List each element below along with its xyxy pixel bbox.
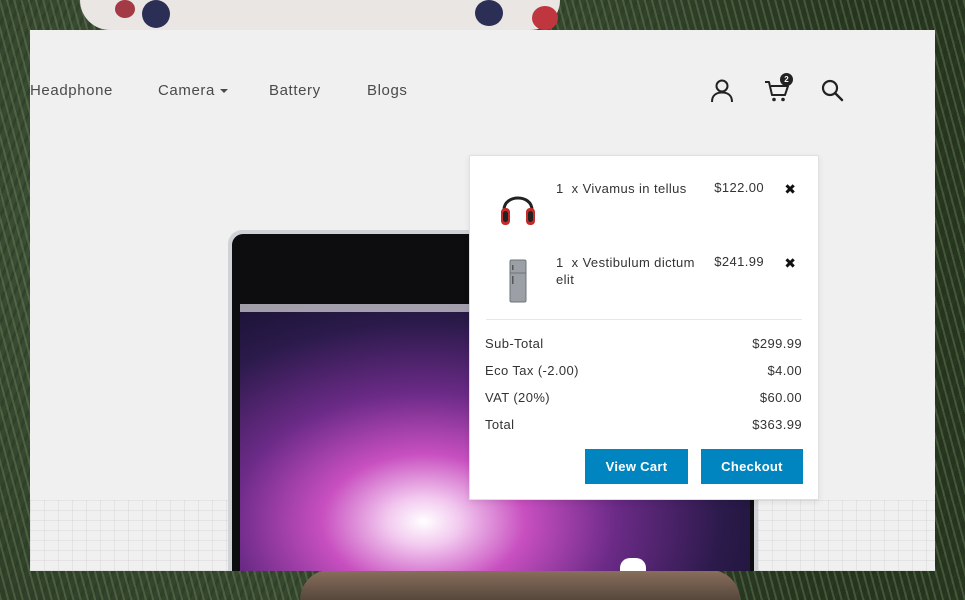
cart-icon[interactable]: 2 — [763, 73, 793, 104]
totals-row-vat: VAT (20%) $60.00 — [485, 390, 802, 408]
totals-label: Eco Tax (-2.00) — [485, 363, 579, 378]
photo-dot — [115, 0, 135, 18]
remove-item-icon[interactable]: ✖ — [784, 181, 796, 198]
remove-item-icon[interactable]: ✖ — [784, 255, 796, 272]
menu-item-battery[interactable]: Battery — [269, 82, 321, 99]
caret-down-icon — [219, 89, 228, 94]
cart-item-name[interactable]: 1 x Vivamus in tellus — [556, 180, 696, 197]
photo-dot — [532, 6, 558, 30]
background-photo-top — [80, 0, 560, 30]
cart-item-price: $122.00 — [714, 180, 764, 195]
background-photo-bottom — [300, 570, 740, 600]
menu-item-blogs[interactable]: Blogs — [367, 82, 408, 99]
cart-divider — [486, 319, 802, 320]
cart-item-name[interactable]: 1 x Vestibulum dictum elit — [556, 254, 696, 288]
menu-item-label: Camera — [158, 82, 215, 99]
cart-dropdown: 1 x Vivamus in tellus $122.00 ✖ 1 x Vest… — [469, 155, 819, 500]
totals-value: $60.00 — [759, 390, 802, 405]
cart-item-title: x Vivamus in tellus — [571, 181, 687, 196]
totals-label: VAT (20%) — [485, 390, 551, 405]
totals-row-total: Total $363.99 — [485, 417, 802, 435]
menu-item-label: Battery — [269, 82, 321, 99]
totals-label: Sub-Total — [485, 336, 544, 351]
earbud-image — [620, 558, 646, 571]
headphones-thumb[interactable] — [498, 182, 538, 232]
menu-item-label: Blogs — [367, 82, 408, 99]
totals-row-eco-tax: Eco Tax (-2.00) $4.00 — [485, 363, 802, 381]
totals-label: Total — [485, 417, 515, 432]
cart-item-qty: 1 — [556, 181, 564, 196]
cart-item: 1 x Vivamus in tellus $122.00 ✖ — [470, 176, 818, 246]
user-icon[interactable] — [708, 76, 736, 104]
menu-item-label: Headphone — [30, 82, 113, 99]
photo-dot — [475, 0, 503, 26]
search-icon[interactable] — [818, 76, 846, 104]
totals-row-subtotal: Sub-Total $299.99 — [485, 336, 802, 354]
refrigerator-thumb[interactable] — [498, 256, 538, 306]
cart-item-qty: 1 — [556, 255, 564, 270]
cart-item-price: $241.99 — [714, 254, 764, 269]
totals-value: $299.99 — [752, 336, 802, 351]
view-cart-button[interactable]: View Cart — [585, 449, 688, 484]
cart-item-title: x Vestibulum dictum elit — [556, 255, 695, 287]
totals-value: $4.00 — [767, 363, 802, 378]
menu-item-headphone[interactable]: Headphone — [30, 82, 113, 99]
menu-item-camera[interactable]: Camera — [158, 82, 228, 99]
totals-value: $363.99 — [752, 417, 802, 432]
photo-dot — [142, 0, 170, 28]
cart-count-badge: 2 — [780, 73, 793, 86]
cart-item: 1 x Vestibulum dictum elit $241.99 ✖ — [470, 250, 818, 320]
checkout-button[interactable]: Checkout — [701, 449, 803, 484]
